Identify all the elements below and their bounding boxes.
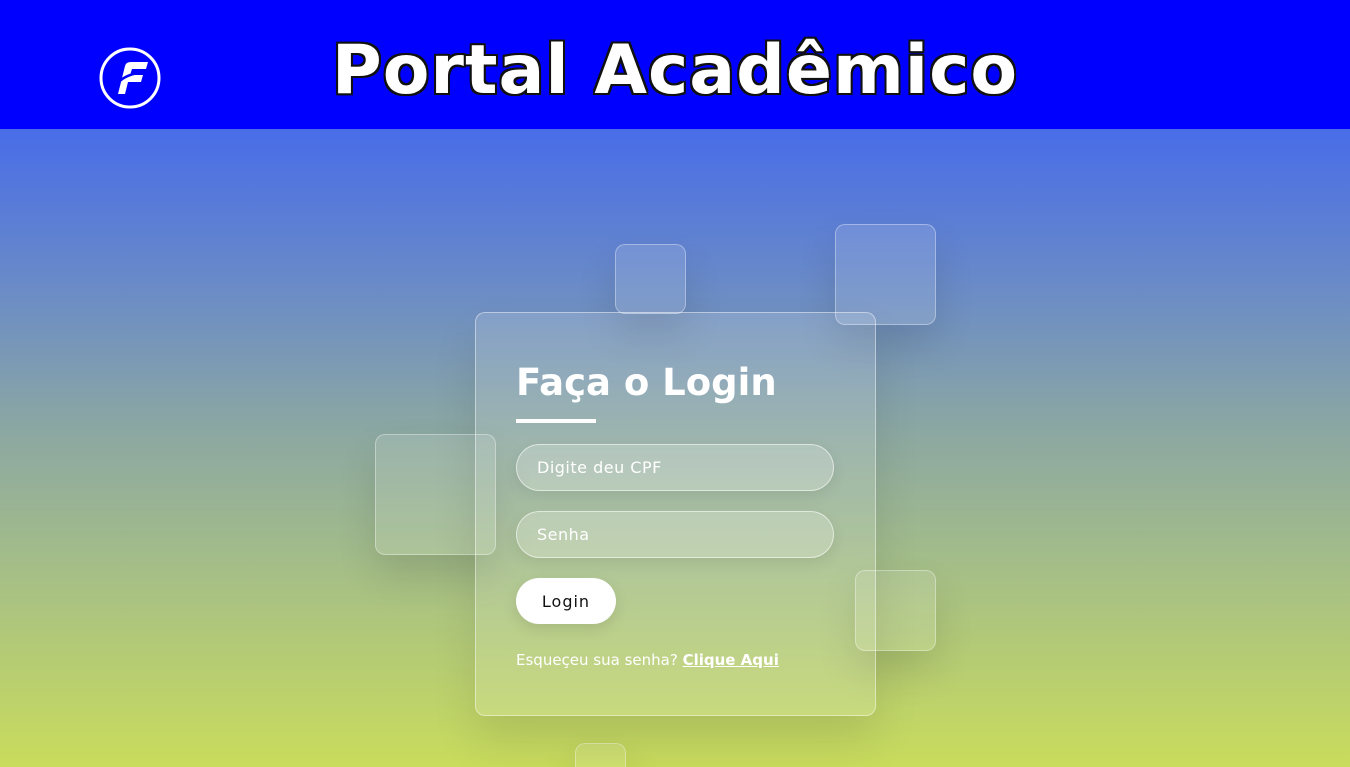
- forgot-password-row: Esqueçeu sua senha? Clique Aqui: [516, 651, 779, 669]
- login-title: Faça o Login: [516, 361, 777, 404]
- header-bar: Portal Acadêmico: [0, 0, 1350, 129]
- decorative-square: [835, 224, 936, 325]
- decorative-square: [615, 244, 686, 314]
- login-card: Faça o Login Login Esqueçeu sua senha? C…: [475, 312, 876, 716]
- page: Portal Acadêmico Faça o Login Login Esqu…: [0, 0, 1350, 767]
- cpf-input[interactable]: [516, 444, 834, 491]
- title-underline: [516, 419, 596, 423]
- forgot-password-text: Esqueçeu sua senha?: [516, 651, 678, 669]
- page-title: Portal Acadêmico: [331, 31, 1019, 110]
- login-button[interactable]: Login: [516, 578, 616, 624]
- forgot-password-link[interactable]: Clique Aqui: [683, 651, 779, 669]
- decorative-square: [575, 743, 626, 767]
- password-input[interactable]: [516, 511, 834, 558]
